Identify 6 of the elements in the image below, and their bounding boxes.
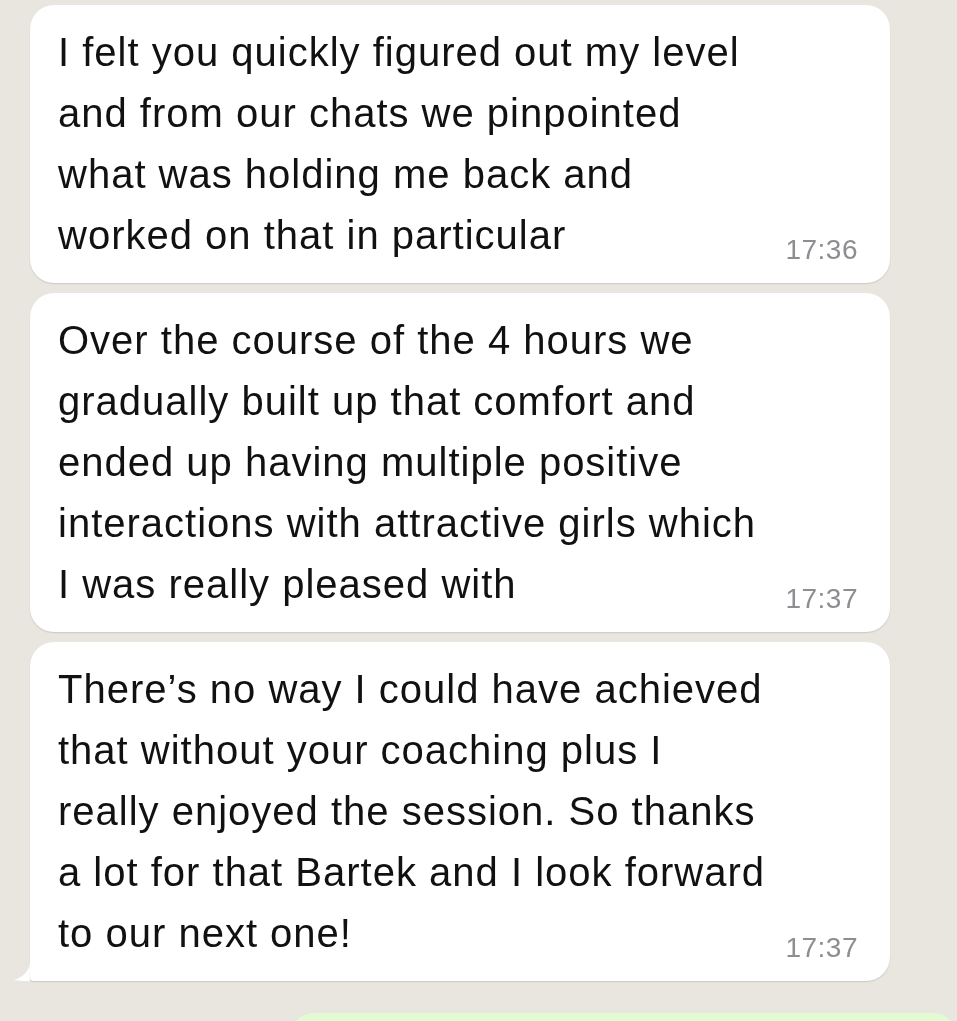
message-text: There’s no way I could have achieved that without your coaching plus I really enjoyed the session. So thanks a lot for that Bartek and I look forward to our next one! <box>58 666 766 957</box>
message-text: I felt you quickly figured out my level and from our chats we pinpointed what was holding me back and worked on that in particular <box>58 29 741 259</box>
message-time: 17:37 <box>785 584 858 614</box>
message-time: 17:36 <box>785 235 858 265</box>
message-time: 17:37 <box>785 933 858 963</box>
message-text: Over the course of the 4 hours we gradually built up that comfort and ended up having multiple positive interactions with attractive girls which I was really pleased with <box>58 317 758 608</box>
